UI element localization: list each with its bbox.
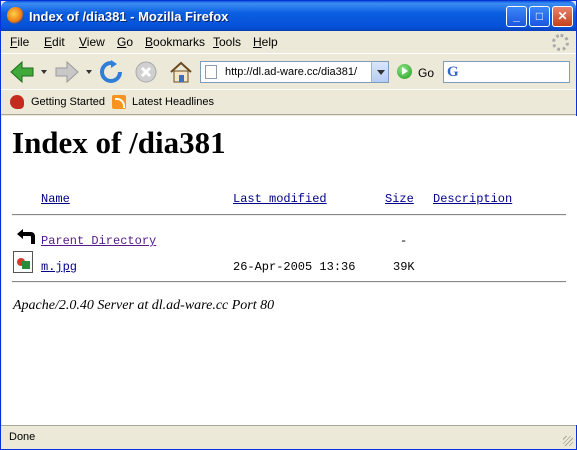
server-signature: Apache/2.0.40 Server at dl.ad-ware.cc Po… xyxy=(13,298,275,313)
go-icon[interactable] xyxy=(397,64,412,79)
home-icon[interactable] xyxy=(168,60,194,84)
search-box[interactable]: G xyxy=(443,61,570,83)
close-button[interactable]: ✕ xyxy=(552,6,573,27)
file-link-m-jpg[interactable]: m.jpg xyxy=(41,260,77,274)
back-history-dropdown-icon[interactable] xyxy=(41,70,47,74)
firefox-app-icon[interactable] xyxy=(7,7,24,24)
footer-divider xyxy=(12,281,566,283)
url-history-dropdown-icon[interactable] xyxy=(371,62,388,82)
title-bar[interactable]: Index of /dia381 - Mozilla Firefox _ □ ✕ xyxy=(1,1,576,31)
back-icon[interactable] xyxy=(9,60,35,84)
header-divider xyxy=(12,214,566,216)
navigation-toolbar: http://dl.ad-ware.cc/dia381/ Go G xyxy=(1,53,576,89)
page-title: Index of /dia381 xyxy=(12,125,226,160)
image-file-icon xyxy=(13,251,33,273)
bookmark-getting-started[interactable]: Getting Started xyxy=(31,96,105,108)
google-search-icon[interactable]: G xyxy=(447,64,459,81)
menu-file[interactable]: File xyxy=(10,35,29,49)
table-cell-last-modified: 26-Apr-2005 13:36 xyxy=(233,260,356,274)
go-button[interactable]: Go xyxy=(418,66,434,80)
firefox-bookmark-icon[interactable] xyxy=(10,95,24,109)
menu-go[interactable]: Go xyxy=(117,35,133,49)
menu-bar: File Edit View Go Bookmarks Tools Help xyxy=(1,31,576,53)
column-header-last-modified[interactable]: Last modified xyxy=(233,192,327,206)
activity-throbber-icon xyxy=(552,34,569,51)
bookmarks-toolbar: Getting Started Latest Headlines xyxy=(1,89,576,115)
table-cell-size: - xyxy=(400,234,408,248)
maximize-button[interactable]: □ xyxy=(529,6,550,27)
resize-grip-icon[interactable] xyxy=(563,436,573,446)
menu-edit[interactable]: Edit xyxy=(44,35,65,49)
bookmark-latest-headlines[interactable]: Latest Headlines xyxy=(132,96,214,108)
parent-directory-icon xyxy=(17,229,35,244)
page-content: Index of /dia381 Name Last modified Size… xyxy=(2,116,577,425)
menu-tools[interactable]: Tools xyxy=(213,35,241,49)
column-header-size[interactable]: Size xyxy=(385,192,414,206)
window-title: Index of /dia381 - Mozilla Firefox xyxy=(29,9,229,24)
column-header-name[interactable]: Name xyxy=(41,192,70,206)
menu-help[interactable]: Help xyxy=(253,35,278,49)
reload-icon[interactable] xyxy=(98,60,124,84)
table-cell-size: 39K xyxy=(393,260,415,274)
parent-directory-link[interactable]: Parent Directory xyxy=(41,234,156,248)
status-bar: Done xyxy=(1,425,576,449)
search-input[interactable] xyxy=(466,64,566,80)
stop-icon[interactable] xyxy=(133,60,159,84)
menu-view[interactable]: View xyxy=(79,35,105,49)
forward-history-dropdown-icon[interactable] xyxy=(86,70,92,74)
minimize-button[interactable]: _ xyxy=(506,6,527,27)
browser-window: Index of /dia381 - Mozilla Firefox _ □ ✕… xyxy=(0,0,577,450)
rss-feed-icon[interactable] xyxy=(112,95,126,109)
page-icon xyxy=(205,65,217,79)
column-header-description[interactable]: Description xyxy=(433,192,512,206)
url-bar[interactable]: http://dl.ad-ware.cc/dia381/ xyxy=(200,61,389,83)
forward-icon[interactable] xyxy=(54,60,80,84)
status-text: Done xyxy=(9,431,36,443)
url-text[interactable]: http://dl.ad-ware.cc/dia381/ xyxy=(225,66,357,78)
menu-bookmarks[interactable]: Bookmarks xyxy=(145,35,205,49)
